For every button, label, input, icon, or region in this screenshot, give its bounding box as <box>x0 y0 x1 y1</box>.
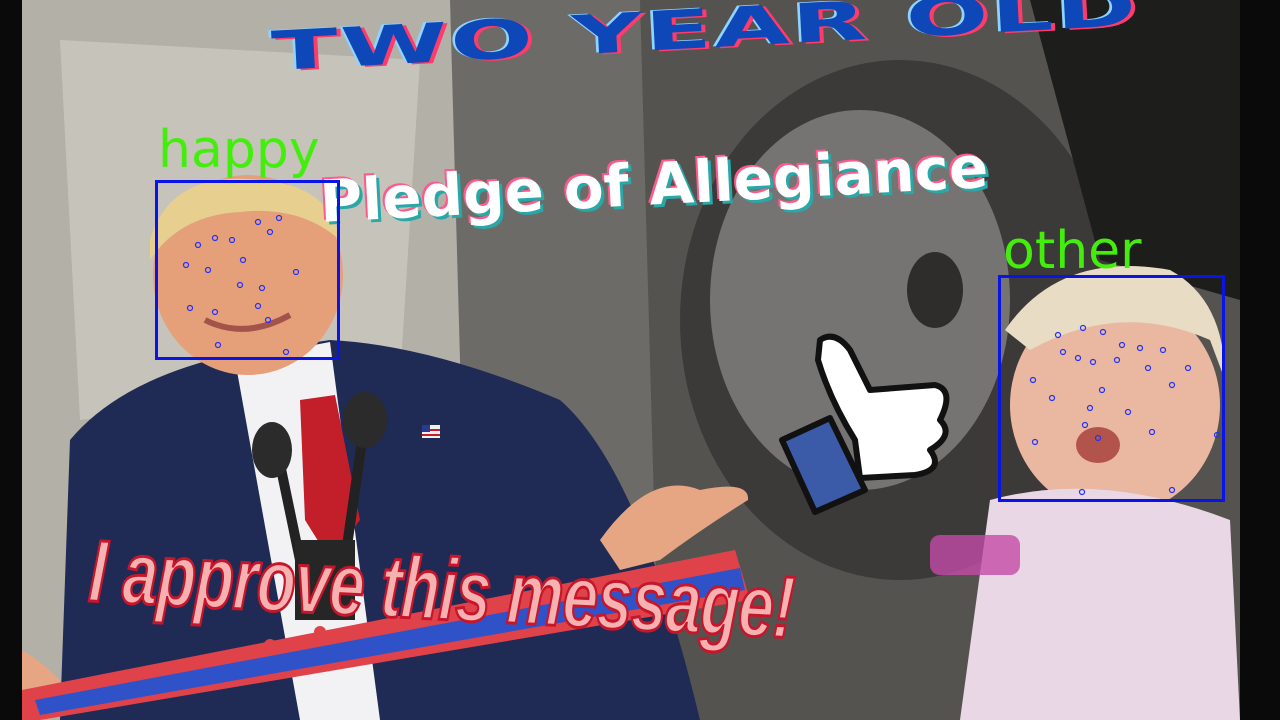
letterbox-right <box>1240 0 1280 720</box>
video-thumbnail: TWO YEAR OLD Pledge of Allegiance happy … <box>0 0 1280 720</box>
child-clothing <box>960 488 1240 720</box>
emotion-label-happy: happy <box>158 120 320 180</box>
emotion-label-other: other <box>1003 221 1142 281</box>
banner-star <box>264 639 276 651</box>
flag-pin-icon <box>422 425 440 438</box>
face-detection-box-other <box>998 275 1225 502</box>
face-detection-box-happy <box>155 180 340 360</box>
letterbox-left <box>0 0 22 720</box>
seat-buckle <box>907 252 963 328</box>
car-seat-strap <box>930 535 1020 575</box>
